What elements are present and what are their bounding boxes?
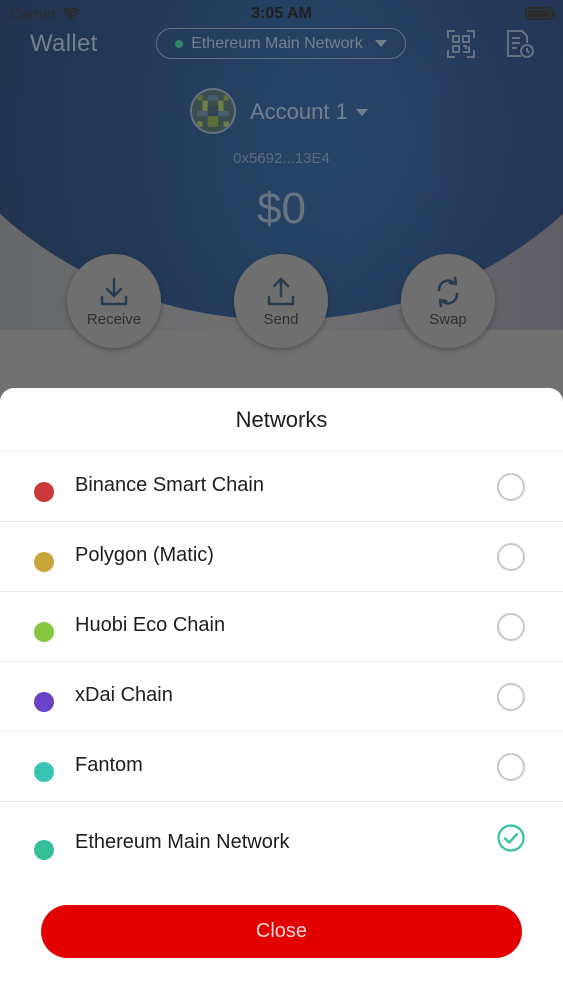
network-row-ethereum[interactable]: Ethereum Main Network <box>0 802 563 882</box>
wallet-screen: Carrier 3:05 AM Wallet Ethereum Main Net… <box>0 0 563 1000</box>
close-button[interactable]: Close <box>41 905 522 958</box>
network-color-dot <box>34 840 54 860</box>
network-row-fantom[interactable]: Fantom <box>0 732 563 802</box>
network-list: Binance Smart Chain Polygon (Matic) Huob… <box>0 451 563 882</box>
radio-unselected-icon[interactable] <box>497 753 525 781</box>
radio-unselected-icon[interactable] <box>497 613 525 641</box>
network-name: Polygon (Matic) <box>75 544 214 566</box>
network-color-dot <box>34 482 54 502</box>
network-color-dot <box>34 692 54 712</box>
networks-sheet: Networks Binance Smart Chain Polygon (Ma… <box>0 388 563 1000</box>
network-row-binance[interactable]: Binance Smart Chain <box>0 452 563 522</box>
network-color-dot <box>34 762 54 782</box>
network-name: Huobi Eco Chain <box>75 614 226 636</box>
network-name: Ethereum Main Network <box>75 831 290 853</box>
network-row-xdai[interactable]: xDai Chain <box>0 662 563 732</box>
radio-unselected-icon[interactable] <box>497 473 525 501</box>
network-name: Fantom <box>75 754 143 776</box>
radio-unselected-icon[interactable] <box>497 543 525 571</box>
network-color-dot <box>34 552 54 572</box>
network-name: xDai Chain <box>75 684 173 706</box>
sheet-title: Networks <box>235 407 328 432</box>
network-name: Binance Smart Chain <box>75 474 264 496</box>
network-row-huobi[interactable]: Huobi Eco Chain <box>0 592 563 662</box>
check-circle-icon[interactable] <box>497 824 525 852</box>
network-color-dot <box>34 622 54 642</box>
network-row-polygon[interactable]: Polygon (Matic) <box>0 522 563 592</box>
radio-unselected-icon[interactable] <box>497 683 525 711</box>
